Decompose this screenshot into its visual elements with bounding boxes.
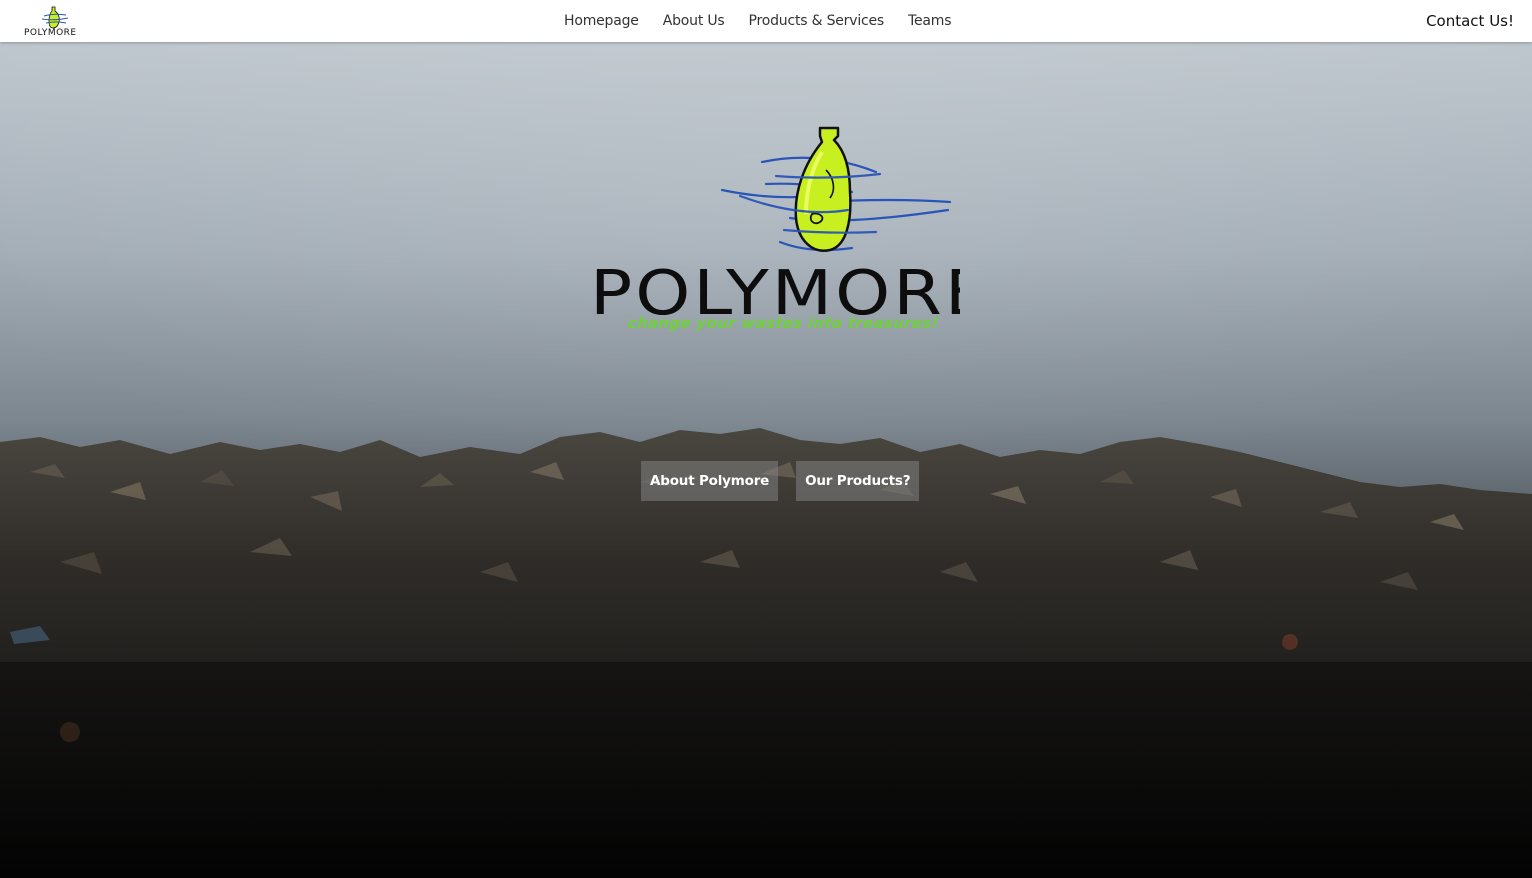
polymore-logo: POLYMORE — [590, 126, 960, 329]
nav-links: Homepage About Us Products & Services Te… — [552, 0, 963, 42]
nav-link-teams[interactable]: Teams — [896, 13, 963, 29]
nav-logo-text: POLYMORE — [24, 28, 77, 38]
about-polymore-button[interactable]: About Polymore — [641, 461, 779, 501]
nav-link-products-services[interactable]: Products & Services — [737, 13, 897, 29]
bottle-logo-icon: POLYMORE — [24, 6, 77, 38]
our-products-button[interactable]: Our Products? — [796, 461, 920, 501]
nav-link-homepage[interactable]: Homepage — [552, 13, 651, 29]
hero-section: POLYMORE change your wastes into treasur… — [0, 42, 1532, 878]
tagline: change your wastes into treasures! — [626, 314, 941, 332]
nav-logo[interactable]: POLYMORE — [22, 4, 84, 38]
hero-buttons: About Polymore Our Products? — [641, 461, 920, 501]
navbar: POLYMORE Homepage About Us Products & Se… — [0, 0, 1532, 42]
nav-link-about-us[interactable]: About Us — [651, 13, 737, 29]
contact-us-link[interactable]: Contact Us! — [1426, 0, 1514, 42]
